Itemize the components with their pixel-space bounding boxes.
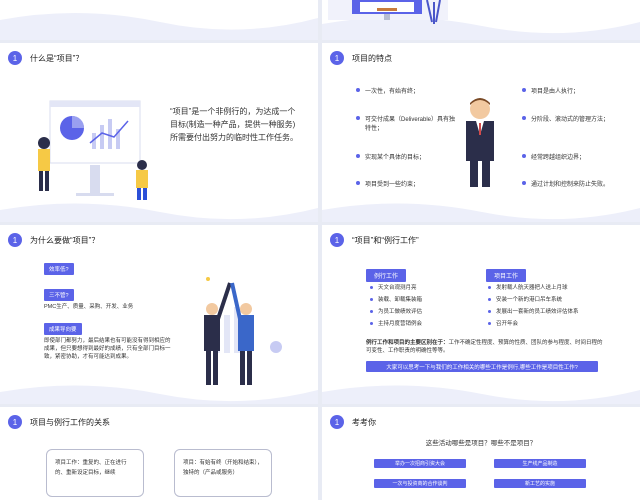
bullet-icon — [370, 309, 373, 313]
slide-title: 项目与例行工作的关系 — [30, 417, 110, 427]
list-item: 召开年会 — [488, 319, 518, 327]
quiz-option[interactable]: 生产线产品制造 — [494, 459, 586, 468]
slide-header: 1 “项目”和“例行工作” — [330, 233, 419, 247]
analytics-illustration — [38, 100, 148, 200]
slide-title: 项目的特点 — [352, 53, 392, 63]
bullet-icon — [370, 321, 373, 325]
list-item: 天文台观测月亮 — [370, 283, 417, 291]
top-illustration — [322, 0, 640, 40]
feature-item: 项目是由人执行； — [522, 86, 632, 95]
slide-header: 1 什么是“项目”？ — [8, 51, 83, 65]
slide-title: 什么是“项目”？ — [30, 53, 84, 63]
bullet-icon — [522, 116, 526, 120]
bullet-icon — [522, 181, 526, 185]
wave-decoration — [0, 203, 318, 222]
slide-number-badge: 1 — [330, 51, 344, 65]
slide-header: 1 项目与例行工作的关系 — [8, 415, 110, 429]
quiz-option[interactable]: 举办一次招商引资大会 — [374, 459, 466, 468]
slide-number-badge: 1 — [8, 233, 22, 247]
bullet-icon — [488, 297, 491, 301]
tag-low-efficiency: 效率低? — [44, 263, 74, 275]
quiz-question: 这些活动哪些是项目？哪些不是项目？ — [425, 440, 537, 447]
bullet-icon — [488, 309, 491, 313]
wave-decoration — [0, 12, 318, 40]
slide-number-badge: 1 — [8, 415, 22, 429]
bullet-icon — [522, 154, 526, 158]
results-text: 即使部门都努力，最后结果也有可能没有得到相应的成果，但只要想得到最好的成绩，只有… — [44, 338, 171, 360]
difference-note: 例行工作和项目的主要区别在于：工作不确定性程度、预算的性质、团队的参与程度、时间… — [366, 340, 603, 354]
project-work-header: 项目工作 — [486, 269, 527, 282]
wave-decoration — [0, 385, 318, 404]
slide-header: 1 考考你 — [330, 415, 376, 429]
feature-item: 可交付成果（Deliverable）具有独特性； — [356, 114, 456, 132]
slide-top-left — [0, 0, 318, 40]
slide-relationship: 1 项目与例行工作的关系 项目工作：重复的、正在进行的、重新设定目标，继续 项目… — [0, 407, 318, 500]
slide-grid: 1 什么是“项目”？ “项目”是一个非例行的，为达成一个目标(制造一种产品，提供… — [0, 0, 640, 500]
departments-text: PMC生产、质量、采购、开发、业务 — [44, 304, 134, 310]
bullet-icon — [356, 154, 360, 158]
wave-decoration — [322, 203, 640, 222]
slide-what-is-project: 1 什么是“项目”？ “项目”是一个非例行的，为达成一个目标(制造一种产品，提供… — [0, 43, 318, 222]
slide-title: 考考你 — [352, 417, 376, 427]
feature-item: 项目受到一些约束； — [356, 179, 456, 188]
bullet-icon — [370, 285, 373, 289]
bullet-icon — [488, 321, 491, 325]
quiz-option[interactable]: 新工艺的实施 — [494, 479, 586, 488]
list-item: 为员工做绩效评估 — [370, 307, 422, 315]
slide-number-badge: 1 — [330, 415, 344, 429]
routine-relationship-box: 项目工作：重复的、正在进行的、重新设定目标，继续 — [46, 449, 144, 497]
slide-header: 1 为什么要做“项目”？ — [8, 233, 99, 247]
businessman-illustration — [466, 98, 494, 187]
wave-decoration — [322, 385, 640, 404]
tag-results-oriented: 成果导向要 — [44, 323, 82, 335]
slide-top-right — [322, 0, 640, 40]
feature-item: 实现某个具体的目标； — [356, 152, 456, 161]
feature-item: 分阶段、滚动式的管理方法； — [522, 114, 632, 123]
bullet-icon — [356, 181, 360, 185]
tag-no-ownership: 三不管? — [44, 289, 74, 301]
definition-text: “项目”是一个非例行的，为达成一个目标(制造一种产品，提供一种服务)所需要付出努… — [170, 107, 298, 142]
slide-project-vs-routine: 1 “项目”和“例行工作” 例行工作 项目工作 天文台观测月亮 装载、卸载集装箱… — [322, 225, 640, 404]
slide-header: 1 项目的特点 — [330, 51, 392, 65]
routine-work-header: 例行工作 — [366, 269, 407, 282]
slide-number-badge: 1 — [330, 233, 344, 247]
feature-item: 一次性，有始有终； — [356, 86, 456, 95]
feature-item: 通过计划和控制来防止失败。 — [522, 179, 632, 188]
high-five-illustration — [204, 277, 282, 385]
feature-item: 经常跨越组织边界； — [522, 152, 632, 161]
project-relationship-box: 项目：有始有终（开始和结束），独特的（产品或服务） — [174, 449, 272, 497]
think-prompt-bar: 大家可以思考一下与我们的工作相关的哪些工作是例行,哪些工作是项目性工作? — [366, 361, 598, 372]
list-item: 装载、卸载集装箱 — [370, 295, 422, 303]
list-item: 安装一个新的港口吊车系统 — [488, 295, 562, 303]
bullet-icon — [370, 297, 373, 301]
bullet-icon — [356, 116, 360, 120]
list-item: 主持月度营销例会 — [370, 319, 422, 327]
slide-quiz: 1 考考你 这些活动哪些是项目？哪些不是项目？ 举办一次招商引资大会 生产线产品… — [322, 407, 640, 500]
list-item: 发射载人航天器把人送上月球 — [488, 283, 568, 291]
list-item: 发展出一套新的员工绩效评估体系 — [488, 307, 579, 315]
slide-title: 为什么要做“项目”？ — [30, 235, 100, 245]
slide-title: “项目”和“例行工作” — [352, 235, 419, 245]
bullet-icon — [356, 88, 360, 92]
slide-project-features: 1 项目的特点 一次性，有始有终； 可交付成果（Deliverable）具有独特… — [322, 43, 640, 222]
bullet-icon — [522, 88, 526, 92]
slide-number-badge: 1 — [8, 51, 22, 65]
bullet-icon — [488, 285, 491, 289]
slide-why-project: 1 为什么要做“项目”？ 效率低? 三不管? PMC生产、质量、采购、开发、业务… — [0, 225, 318, 404]
quiz-option[interactable]: 一次与投资商的合作谈判 — [374, 479, 466, 488]
